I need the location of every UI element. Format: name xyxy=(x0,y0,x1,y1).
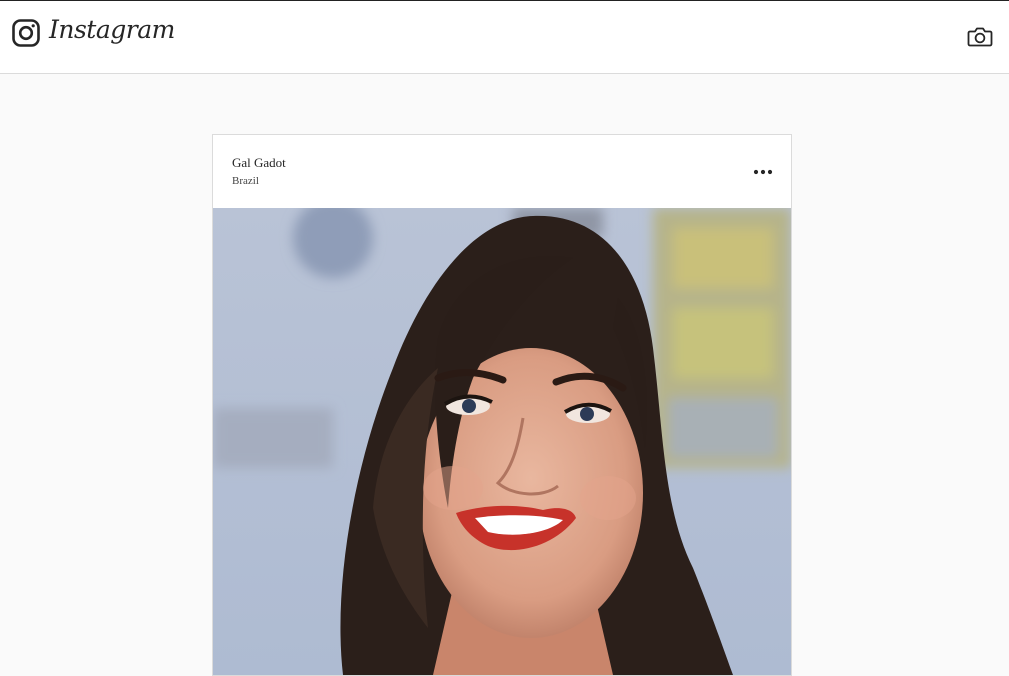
post-card: Gal Gadot Brazil xyxy=(212,134,792,676)
post-header: Gal Gadot Brazil xyxy=(213,135,791,208)
instagram-logo-icon[interactable] xyxy=(12,19,40,47)
top-navigation-bar: Instagram xyxy=(0,1,1009,74)
more-options-icon[interactable] xyxy=(751,162,775,182)
post-image[interactable] xyxy=(213,208,791,675)
post-username[interactable]: Gal Gadot xyxy=(232,155,286,171)
instagram-wordmark[interactable]: Instagram xyxy=(49,15,175,44)
post-location[interactable]: Brazil xyxy=(232,175,259,187)
camera-icon[interactable] xyxy=(967,23,993,49)
